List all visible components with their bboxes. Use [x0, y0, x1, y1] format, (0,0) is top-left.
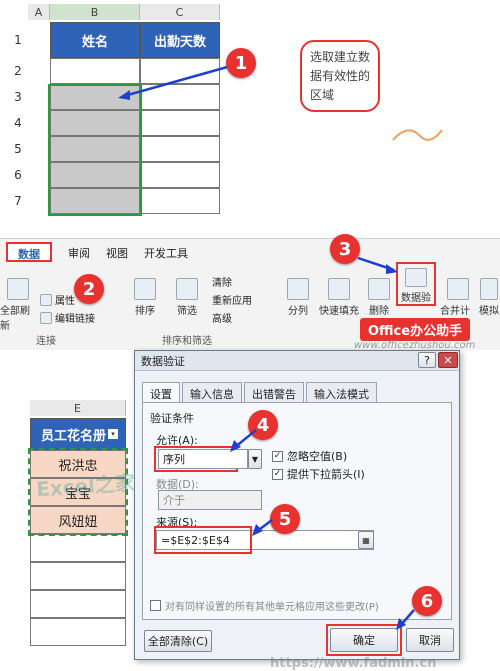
- check-icon: ✓: [272, 468, 283, 480]
- roster-header-label: 员工花名册: [41, 428, 107, 444]
- checkbox-empty-icon: [150, 600, 161, 611]
- filter-label: 筛选: [177, 306, 197, 317]
- filter-button[interactable]: 筛选: [172, 278, 202, 317]
- data-value: 介于: [163, 494, 185, 507]
- clear-button[interactable]: 清除: [212, 274, 232, 289]
- arrow-6: [396, 609, 415, 630]
- ribbon-tabs: 数据 审阅 视图 开发工具: [0, 242, 188, 262]
- arrow-5: [252, 519, 273, 536]
- sort-filter-group-label: 排序和筛选: [162, 336, 212, 347]
- remove-duplicates-button[interactable]: 删除: [364, 278, 394, 317]
- what-if-icon: [480, 278, 498, 300]
- refresh-icon: [7, 278, 29, 300]
- dialog-titlebar: 数据验证: [135, 351, 459, 371]
- properties-label: 属性: [55, 296, 75, 307]
- properties-icon: [40, 293, 52, 306]
- close-button[interactable]: ✕: [438, 352, 458, 368]
- row-number[interactable]: 6: [8, 162, 28, 188]
- brand-badge: Office办公助手: [360, 318, 471, 341]
- apply-all-checkbox[interactable]: 对有同样设置的所有其他单元格应用这些更改(P): [150, 598, 379, 613]
- grid-cell[interactable]: [140, 136, 220, 162]
- refresh-label: 全部刷新: [0, 306, 30, 332]
- edit-links-button[interactable]: 编辑链接: [40, 310, 95, 325]
- split-label: 分列: [288, 306, 308, 317]
- row-number[interactable]: 2: [8, 58, 28, 84]
- ok-button[interactable]: 确定: [330, 628, 398, 652]
- column-header-c[interactable]: C: [140, 4, 220, 20]
- filter-icon: [176, 278, 198, 300]
- grid-cell[interactable]: [140, 188, 220, 214]
- consolidate-icon: [447, 278, 469, 300]
- properties-button[interactable]: 属性: [40, 292, 75, 307]
- arrow-4: [230, 429, 257, 452]
- roster-cell[interactable]: [30, 590, 126, 618]
- flash-fill-button[interactable]: 快速填充: [316, 278, 362, 317]
- column-header-a[interactable]: A: [28, 4, 50, 20]
- clear-all-button[interactable]: 全部清除(C): [144, 630, 212, 652]
- text-to-columns-button[interactable]: 分列: [284, 278, 312, 317]
- edit-links-label: 编辑链接: [55, 314, 95, 325]
- sort-label: 排序: [135, 306, 155, 317]
- data-validation-icon: [405, 268, 427, 287]
- criteria-label: 验证条件: [150, 412, 194, 425]
- what-if-label: 模拟: [479, 306, 499, 317]
- row-number[interactable]: 5: [8, 136, 28, 162]
- grid-cell[interactable]: [140, 162, 220, 188]
- decor-swirl: [392, 129, 443, 141]
- sort-icon: [134, 278, 156, 300]
- data-validation-label: 数据验: [401, 293, 431, 304]
- data-select[interactable]: 介于: [158, 490, 262, 510]
- step-marker-3: 3: [330, 234, 360, 264]
- collapse-dialog-button[interactable]: ▦: [358, 531, 374, 549]
- sort-button[interactable]: 排序: [130, 278, 160, 317]
- footer-watermark: https://www.fadmin.cn: [270, 656, 437, 671]
- dropdown-arrow-label: 提供下拉箭头(I): [287, 468, 365, 481]
- tab-data[interactable]: 数据: [6, 242, 52, 262]
- tab-view[interactable]: 视图: [106, 242, 128, 262]
- refresh-all-button[interactable]: 全部刷新: [0, 278, 36, 332]
- connections-group-label: 连接: [36, 336, 56, 347]
- dialog-title: 数据验证: [141, 354, 185, 368]
- row-number[interactable]: 4: [8, 110, 28, 136]
- row-number[interactable]: 3: [8, 84, 28, 110]
- roster-cell[interactable]: [30, 534, 126, 562]
- row-number[interactable]: 1: [8, 22, 28, 58]
- allow-value: 序列: [163, 453, 185, 466]
- apply-all-label: 对有同样设置的所有其他单元格应用这些更改(P): [165, 602, 379, 613]
- row-number[interactable]: 7: [8, 188, 28, 214]
- split-icon: [287, 278, 309, 300]
- check-icon: ✓: [272, 450, 283, 462]
- flash-fill-label: 快速填充: [319, 306, 359, 317]
- ignore-blank-label: 忽略空值(B): [287, 450, 348, 463]
- remove-duplicates-label: 删除: [369, 306, 389, 317]
- tab-review[interactable]: 审阅: [68, 242, 90, 262]
- column-header-b[interactable]: B: [50, 4, 140, 20]
- column-header-e[interactable]: E: [30, 400, 126, 416]
- row-numbers: 1 2 3 4 5 6 7: [8, 22, 28, 214]
- dropdown-arrow-checkbox[interactable]: ✓ 提供下拉箭头(I): [272, 466, 365, 482]
- roster-cell[interactable]: [30, 618, 126, 646]
- help-button[interactable]: ?: [418, 352, 436, 368]
- data-validation-button[interactable]: 数据验: [396, 262, 436, 306]
- source-highlight: [154, 526, 252, 554]
- filter-dropdown-icon[interactable]: ▾: [108, 429, 119, 439]
- links-icon: [40, 311, 52, 324]
- reapply-button[interactable]: 重新应用: [212, 292, 252, 307]
- grid-cell[interactable]: [140, 110, 220, 136]
- callout-select-range: 选取建立数据有效性的区域: [300, 40, 380, 112]
- roster-cell[interactable]: [30, 562, 126, 590]
- what-if-button[interactable]: 模拟: [478, 278, 500, 317]
- flash-fill-icon: [328, 278, 350, 300]
- remove-duplicates-icon: [368, 278, 390, 300]
- advanced-button[interactable]: 高级: [212, 310, 232, 325]
- roster-header[interactable]: 员工花名册 ▾: [30, 418, 126, 450]
- tab-developer[interactable]: 开发工具: [144, 242, 188, 262]
- step-marker-1: 1: [226, 48, 256, 78]
- step-marker-2: 2: [74, 274, 104, 304]
- ignore-blank-checkbox[interactable]: ✓ 忽略空值(B): [272, 448, 347, 464]
